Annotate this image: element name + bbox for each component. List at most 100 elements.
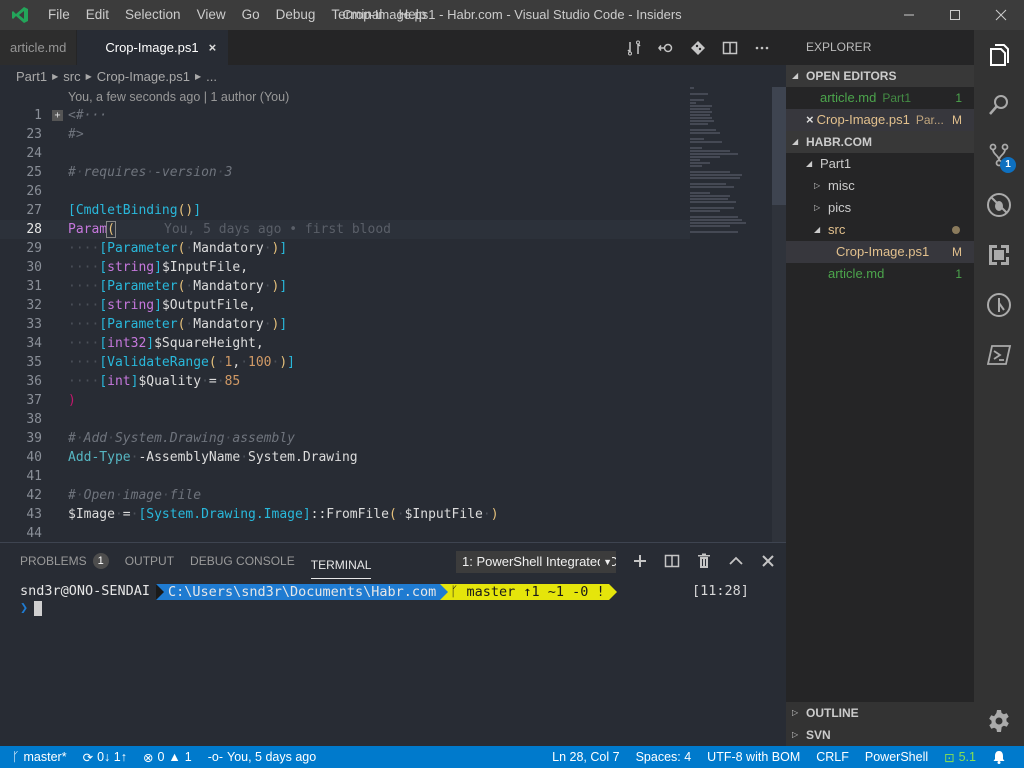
- activity-explorer[interactable]: [974, 30, 1024, 80]
- powershell-version[interactable]: ⊡ 5.1: [936, 750, 984, 765]
- maximize-panel-button[interactable]: [720, 543, 752, 579]
- open-editors-header[interactable]: ◢ OPEN EDITORS: [786, 65, 974, 87]
- compare-changes-button[interactable]: [618, 30, 650, 65]
- terminal-output[interactable]: snd3r@ONO-SENDAI C:\Users\snd3r\Document…: [20, 583, 749, 617]
- tree-file-crop-image[interactable]: Crop-Image.ps1 M: [786, 241, 974, 263]
- scrollbar-thumb[interactable]: [772, 87, 786, 205]
- code-line: 26: [0, 182, 690, 201]
- git-button[interactable]: [682, 30, 714, 65]
- notifications-button[interactable]: [984, 750, 1014, 764]
- tab-problems[interactable]: PROBLEMS 1: [20, 543, 109, 579]
- activity-gitlens[interactable]: [974, 280, 1024, 330]
- editor-scrollbar[interactable]: [772, 87, 786, 542]
- fold-expand-icon[interactable]: +: [52, 110, 63, 121]
- menu-file[interactable]: File: [40, 0, 78, 30]
- menu-view[interactable]: View: [189, 0, 234, 30]
- code-token: ·: [396, 507, 405, 522]
- activity-bar: 1: [974, 30, 1024, 746]
- file-desc: Par...: [915, 113, 944, 127]
- code-editor[interactable]: 1 + <#··· 23 #> 24 25 #·requires·-version·3 …: [0, 106, 690, 543]
- tab-article-md[interactable]: article.md: [0, 30, 78, 65]
- maximize-button[interactable]: [932, 0, 978, 30]
- eol-status[interactable]: CRLF: [808, 750, 857, 764]
- title-bar: File Edit Selection View Go Debug Termin…: [0, 0, 1024, 30]
- close-window-button[interactable]: [978, 0, 1024, 30]
- code-token: [: [99, 317, 108, 332]
- line-number: 27: [26, 203, 42, 218]
- git-sync-status[interactable]: ⟳ 0↓ 1↑: [75, 750, 135, 765]
- tab-debug-console[interactable]: DEBUG CONSOLE: [190, 543, 295, 579]
- activity-powershell[interactable]: [974, 330, 1024, 380]
- line-number: 23: [26, 127, 42, 142]
- breadcrumb-item[interactable]: ...: [206, 69, 217, 84]
- tab-output[interactable]: OUTPUT: [125, 543, 174, 579]
- split-editor-button[interactable]: [714, 30, 746, 65]
- close-editor-icon[interactable]: ×: [806, 109, 814, 131]
- kill-terminal-button[interactable]: [688, 543, 720, 579]
- line-number: 43: [26, 507, 42, 522]
- tab-terminal[interactable]: TERMINAL: [310, 551, 372, 579]
- tab-crop-image-ps1[interactable]: Crop-Image.ps1 ×: [77, 30, 230, 65]
- tree-folder-src[interactable]: ◢ src: [786, 219, 974, 241]
- code-token: ]: [279, 279, 288, 294]
- open-changes-button[interactable]: [650, 30, 682, 65]
- more-actions-button[interactable]: [746, 30, 778, 65]
- code-line: 30 ····[string]$InputFile,: [0, 258, 690, 277]
- minimap-line: [690, 192, 710, 194]
- editor-area: article.md Crop-Image.ps1 × Part1 ▶ src ▶ …: [0, 30, 786, 542]
- encoding-status[interactable]: UTF-8 with BOM: [699, 750, 808, 764]
- file-name: Crop-Image.ps1: [836, 244, 930, 259]
- blame-status[interactable]: -o- You, 5 days ago: [200, 750, 324, 764]
- minimize-button[interactable]: [886, 0, 932, 30]
- minimap-line: [690, 174, 742, 176]
- code-line: 1 + <#···: [0, 106, 690, 125]
- menu-edit[interactable]: Edit: [78, 0, 117, 30]
- menu-debug[interactable]: Debug: [268, 0, 324, 30]
- breadcrumb-item[interactable]: src: [63, 69, 80, 84]
- menu-terminal[interactable]: Terminal: [323, 0, 390, 30]
- close-icon: [995, 9, 1007, 21]
- code-line-current: 28 Param(You, 5 days ago • first blood: [0, 220, 690, 239]
- close-icon: [762, 555, 774, 567]
- tree-folder-misc[interactable]: ▷ misc: [786, 175, 974, 197]
- split-terminal-button[interactable]: [656, 543, 688, 579]
- sidebar-bottom-sections: ▷ OUTLINE ▷ SVN: [786, 702, 974, 746]
- problems-status[interactable]: ⊗ 0 ▲ 1: [135, 750, 200, 765]
- tab-label: PROBLEMS: [20, 554, 87, 568]
- problems-count-badge: 1: [92, 553, 109, 569]
- workspace-header[interactable]: ◢ HABR.COM: [786, 131, 974, 153]
- minimap[interactable]: [690, 87, 772, 233]
- codelens-authors[interactable]: You, a few seconds ago | 1 author (You): [68, 90, 289, 104]
- menu-help[interactable]: Help: [390, 0, 434, 30]
- indentation-status[interactable]: Spaces: 4: [628, 750, 700, 764]
- code-text: ····[Parameter(·Mandatory·)]: [68, 315, 287, 334]
- terminal-select-dropdown[interactable]: 1: PowerShell Integrated Console▼: [456, 551, 616, 573]
- activity-search[interactable]: [974, 80, 1024, 130]
- language-mode[interactable]: PowerShell: [857, 750, 936, 764]
- menu-selection[interactable]: Selection: [117, 0, 189, 30]
- outline-header[interactable]: ▷ OUTLINE: [786, 702, 974, 724]
- open-editor-item[interactable]: article.md Part1 1: [786, 87, 974, 109]
- tree-folder-part1[interactable]: ◢ Part1: [786, 153, 974, 175]
- tree-folder-pics[interactable]: ▷ pics: [786, 197, 974, 219]
- file-name: Crop-Image.ps1: [816, 112, 910, 127]
- sync-icon: ⟳: [82, 750, 94, 765]
- menu-go[interactable]: Go: [234, 0, 268, 30]
- new-terminal-button[interactable]: [624, 543, 656, 579]
- cursor-position[interactable]: Ln 28, Col 7: [544, 750, 627, 764]
- open-editor-item[interactable]: × Crop-Image.ps1 Par... M: [786, 109, 974, 131]
- activity-source-control[interactable]: 1: [974, 130, 1024, 180]
- breadcrumb-item[interactable]: Part1: [16, 69, 47, 84]
- breadcrumb-item[interactable]: Crop-Image.ps1: [97, 69, 190, 84]
- code-token: ·: [216, 355, 225, 370]
- chevron-down-icon: ◢: [806, 159, 813, 168]
- activity-debug[interactable]: [974, 180, 1024, 230]
- tree-file-article[interactable]: article.md 1: [786, 263, 974, 285]
- terminal-input-line: ❯: [20, 600, 617, 617]
- close-panel-button[interactable]: [752, 543, 784, 579]
- activity-settings[interactable]: [974, 696, 1024, 746]
- activity-extensions[interactable]: [974, 230, 1024, 280]
- svn-header[interactable]: ▷ SVN: [786, 724, 974, 746]
- tab-close-icon[interactable]: ×: [209, 40, 217, 55]
- git-branch-status[interactable]: ᚴ master*: [0, 750, 75, 764]
